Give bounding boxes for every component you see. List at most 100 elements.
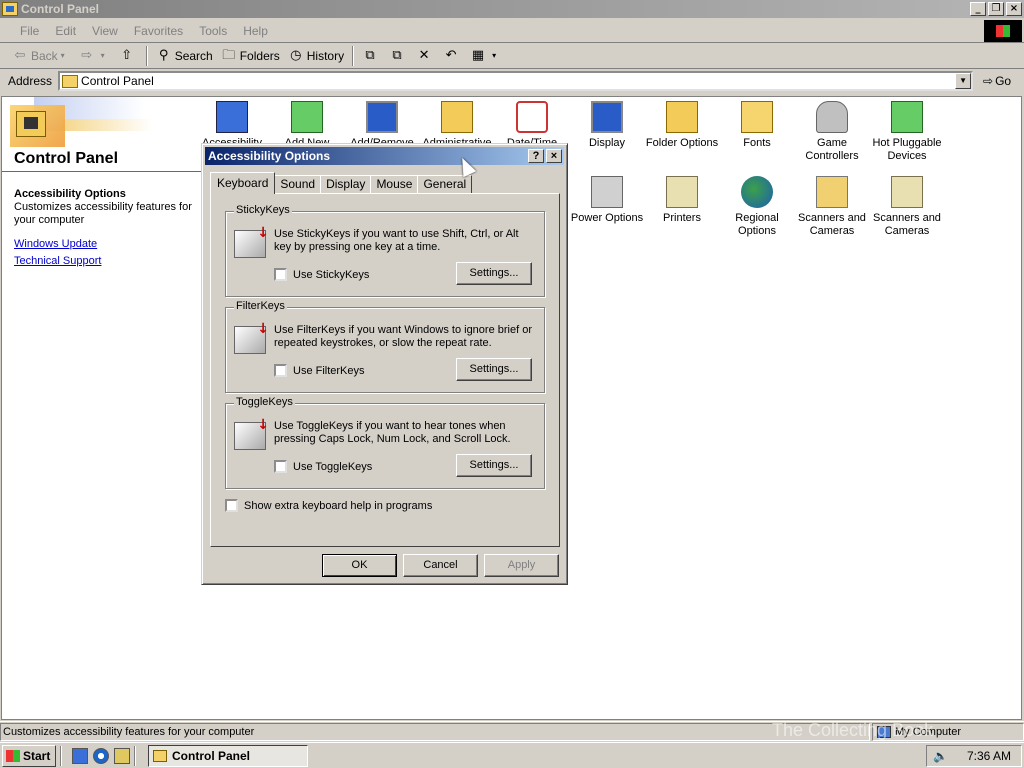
togglekeys-icon — [234, 417, 269, 450]
views-button[interactable]: ▦ ▾ — [466, 45, 506, 67]
control-panel-icon — [62, 74, 79, 88]
group-legend: StickyKeys — [234, 204, 292, 216]
extra-keyboard-help-checkbox[interactable]: Show extra keyboard help in programs — [225, 499, 432, 512]
tab-general[interactable]: General — [417, 175, 473, 194]
ok-button[interactable]: OK — [322, 554, 397, 577]
task-label: Control Panel — [172, 748, 251, 763]
folders-button[interactable]: 🗀 Folders — [217, 45, 284, 67]
search-button[interactable]: ⚲ Search — [152, 45, 217, 67]
menu-favorites[interactable]: Favorites — [126, 24, 191, 38]
up-folder-button[interactable]: ⇧ — [115, 45, 142, 67]
selected-item-description: Customizes accessibility features for yo… — [14, 201, 192, 226]
checkbox-box[interactable] — [274, 268, 287, 281]
windows-flag-icon — [6, 749, 20, 762]
control-panel-icon — [153, 749, 167, 762]
taskbar: Start Control Panel 🔈 7:36 AM — [0, 742, 1024, 768]
checkbox-box[interactable] — [274, 364, 287, 377]
go-button[interactable]: ⇨ Go — [983, 74, 1011, 88]
taskbar-control-panel-button[interactable]: Control Panel — [148, 744, 308, 767]
minimize-button[interactable]: _ — [970, 2, 986, 16]
zone-label: My Computer — [895, 725, 962, 738]
checkbox-label: Show extra keyboard help in programs — [244, 499, 433, 512]
volume-icon[interactable]: 🔈 — [933, 749, 948, 763]
checkbox-label: Use StickyKeys — [293, 268, 370, 281]
control-panel-icon — [2, 2, 18, 16]
regional-options-item[interactable]: Regional Options — [719, 176, 795, 238]
scanners-cameras-item[interactable]: Scanners and Cameras — [794, 176, 870, 238]
game-controllers-icon — [816, 101, 848, 133]
menu-help[interactable]: Help — [235, 24, 276, 38]
game-controllers-item[interactable]: Game Controllers — [794, 101, 870, 163]
menu-view[interactable]: View — [84, 24, 126, 38]
item-label: Game Controllers — [805, 137, 859, 162]
restore-button[interactable]: ❐ — [988, 2, 1004, 16]
checkbox-box[interactable] — [225, 499, 238, 512]
clock[interactable]: 7:36 AM — [967, 749, 1011, 763]
tab-keyboard[interactable]: Keyboard — [210, 172, 276, 194]
cancel-button[interactable]: Cancel — [403, 554, 478, 577]
show-desktop-icon[interactable] — [72, 747, 88, 764]
status-zone: My Computer — [872, 722, 1024, 741]
togglekeys-group: ToggleKeys Use ToggleKeys if you want to… — [225, 396, 545, 489]
tab-mouse[interactable]: Mouse — [370, 175, 419, 194]
dialog-titlebar[interactable]: Accessibility Options ? × — [205, 147, 564, 165]
group-description: Use StickyKeys if you want to use Shift,… — [274, 228, 519, 253]
dropdown-icon: ▾ — [60, 51, 65, 60]
copy-to-button[interactable]: ⧉ — [385, 45, 412, 67]
folder-options-item[interactable]: Folder Options — [644, 101, 720, 150]
address-label: Address — [8, 74, 53, 88]
scanners-cameras-item[interactable]: Scanners and Cameras — [869, 176, 945, 238]
group-legend: FilterKeys — [234, 300, 287, 312]
hot-pluggable-icon — [891, 101, 923, 133]
display-item[interactable]: Display — [569, 101, 645, 150]
status-bar: Customizes accessibility features for yo… — [0, 721, 1024, 741]
windows-update-link[interactable]: Windows Update — [14, 238, 97, 250]
apply-button[interactable]: Apply — [484, 554, 559, 577]
history-icon: ◷ — [290, 48, 302, 63]
use-filterkeys-checkbox[interactable]: Use FilterKeys — [274, 364, 365, 377]
technical-support-link[interactable]: Technical Support — [14, 255, 101, 267]
address-dropdown-button[interactable]: ▼ — [955, 73, 972, 89]
use-stickykeys-checkbox[interactable]: Use StickyKeys — [274, 268, 369, 281]
tab-display[interactable]: Display — [320, 175, 372, 194]
address-bar: Address Control Panel ▼ ⇨ Go — [0, 70, 1024, 92]
dialog-close-button[interactable]: × — [546, 149, 562, 163]
my-computer-icon — [877, 725, 891, 738]
status-text: Customizes accessibility features for yo… — [0, 722, 870, 741]
menu-edit[interactable]: Edit — [47, 24, 84, 38]
use-togglekeys-checkbox[interactable]: Use ToggleKeys — [274, 460, 372, 473]
stickykeys-group: StickyKeys Use StickyKeys if you want to… — [225, 204, 545, 297]
date-time-icon — [516, 101, 548, 133]
internet-explorer-icon[interactable] — [93, 747, 109, 764]
printers-item[interactable]: Printers — [644, 176, 720, 225]
move-to-icon: ⧉ — [365, 48, 375, 63]
power-options-item[interactable]: Power Options — [569, 176, 645, 225]
move-to-button[interactable]: ⧉ — [358, 45, 385, 67]
address-input[interactable]: Control Panel ▼ — [58, 71, 974, 91]
tab-sound[interactable]: Sound — [274, 175, 322, 194]
menu-tools[interactable]: Tools — [191, 24, 235, 38]
filterkeys-settings-button[interactable]: Settings... — [456, 358, 532, 381]
stickykeys-settings-button[interactable]: Settings... — [456, 262, 532, 285]
taskbar-separator — [134, 745, 136, 766]
folders-label: Folders — [239, 49, 280, 63]
forward-button[interactable]: ⇨ ▾ — [75, 45, 115, 67]
fonts-item[interactable]: Fonts — [719, 101, 795, 150]
item-label: Scanners and Cameras — [873, 212, 941, 237]
add-remove-icon — [366, 101, 398, 133]
outlook-express-icon[interactable] — [114, 747, 130, 764]
close-button[interactable]: × — [1006, 2, 1022, 16]
toolbar-separator — [352, 46, 355, 66]
checkbox-box[interactable] — [274, 460, 287, 473]
back-button[interactable]: ⇦ Back ▾ — [8, 45, 75, 67]
start-button[interactable]: Start — [2, 744, 56, 767]
help-button[interactable]: ? — [528, 149, 544, 163]
hot-pluggable-devices-item[interactable]: Hot Pluggable Devices — [869, 101, 945, 163]
regional-options-icon — [741, 176, 773, 208]
window-titlebar[interactable]: Control Panel _ ❐ × — [0, 0, 1024, 18]
history-button[interactable]: ◷ History — [284, 45, 348, 67]
togglekeys-settings-button[interactable]: Settings... — [456, 454, 532, 477]
delete-button[interactable]: ✕ — [412, 45, 439, 67]
undo-button[interactable]: ↶ — [439, 45, 466, 67]
menu-file[interactable]: File — [12, 24, 47, 38]
